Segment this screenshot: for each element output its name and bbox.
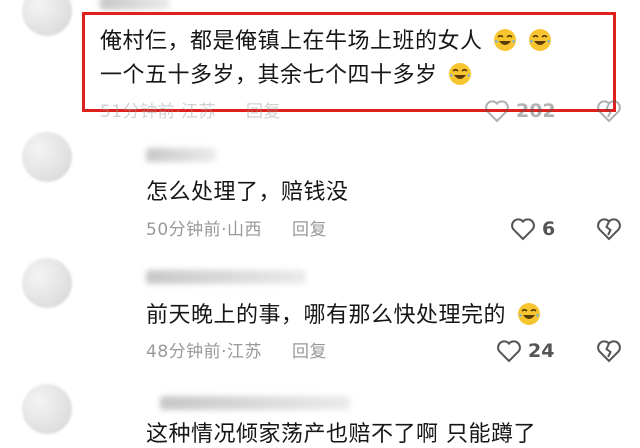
broken-heart-icon[interactable] [596, 339, 622, 363]
comment-meta: 51分钟前·江苏 回复 [100, 102, 281, 122]
like-button[interactable]: 202 [484, 99, 556, 123]
like-button[interactable]: 6 [510, 217, 555, 241]
reply-button[interactable]: 回复 [246, 102, 281, 122]
avatar[interactable] [22, 258, 72, 308]
comment-meta: 48分钟前·江苏 回复 [146, 342, 327, 362]
username-blurred [146, 270, 306, 284]
avatar[interactable] [22, 132, 72, 182]
comment-meta: 50分钟前·山西 回复 [146, 220, 327, 240]
avatar[interactable] [22, 0, 72, 36]
laughing-crying-emoji [517, 303, 540, 325]
laughing-crying-emoji [494, 29, 517, 51]
comment-text: 怎么处理了，赔钱没 [146, 180, 349, 205]
timestamp-location: 48分钟前·江苏 [146, 342, 263, 362]
comment-text: 前天晚上的事，哪有那么快处理完的 [146, 302, 541, 329]
username-blurred [146, 148, 216, 162]
comment-text-line2: 一个五十多岁，其余七个四十多岁 [100, 62, 472, 89]
reply-button[interactable]: 回复 [292, 220, 327, 240]
username-blurred [100, 0, 170, 10]
broken-heart-icon[interactable] [596, 99, 622, 123]
like-count: 6 [542, 218, 556, 240]
comment-text-line1: 俺村仨，都是俺镇上在牛场上班的女人 [100, 28, 552, 55]
heart-outline-icon [497, 340, 521, 363]
like-count: 202 [516, 100, 556, 122]
heart-outline-icon [511, 218, 535, 241]
timestamp-location: 51分钟前·江苏 [100, 102, 217, 122]
like-button[interactable]: 24 [496, 339, 554, 363]
username-blurred [160, 396, 350, 410]
timestamp-location: 50分钟前·山西 [146, 220, 263, 240]
laughing-crying-emoji [449, 63, 472, 85]
broken-heart-icon[interactable] [596, 217, 622, 241]
laughing-crying-emoji [528, 29, 551, 51]
avatar[interactable] [22, 384, 72, 434]
heart-outline-icon [485, 100, 509, 123]
comment-text: 这种情况倾家荡产也赔不了啊 只能蹲了 [146, 422, 536, 447]
reply-button[interactable]: 回复 [292, 342, 327, 362]
like-count: 24 [528, 340, 555, 362]
